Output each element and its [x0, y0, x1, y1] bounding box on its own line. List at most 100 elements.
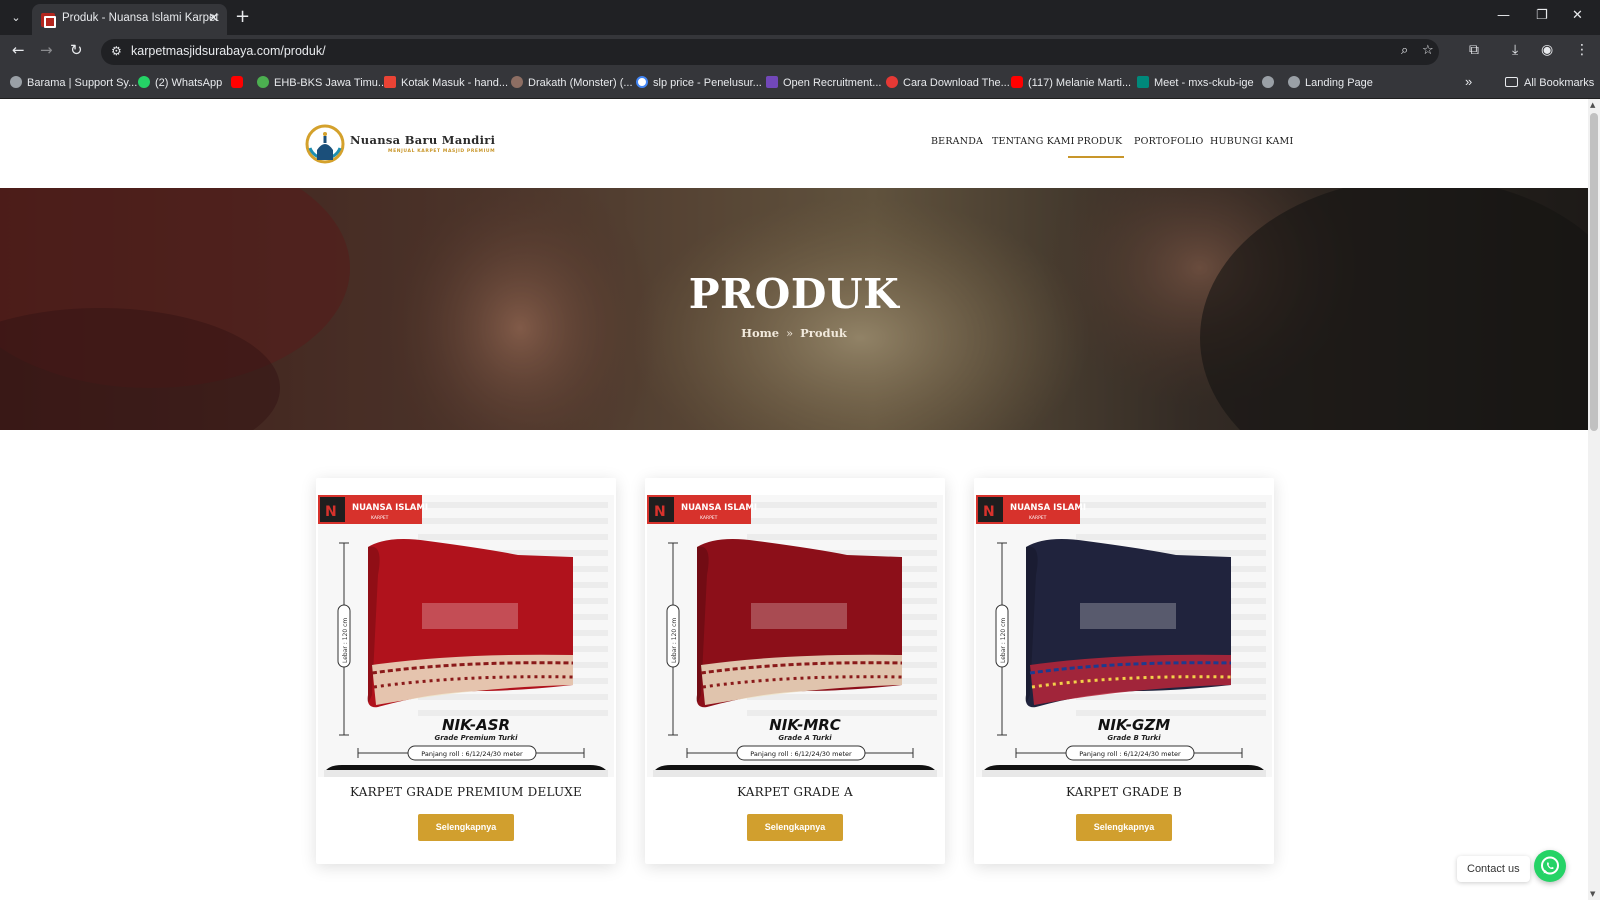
brand-sub: KARPET	[371, 515, 389, 521]
product-card[interactable]: N NUANSA ISLAMI KARPET Lebar : 120 cm NI…	[316, 478, 616, 864]
close-tab-icon[interactable]: ✕	[208, 11, 219, 26]
zoom-icon[interactable]: ⌕	[1401, 43, 1408, 58]
page-scrollbar[interactable]: ▲ ▼	[1588, 99, 1600, 900]
bookmark-item[interactable]	[231, 75, 248, 92]
bookmark-item[interactable]: (2) WhatsApp	[138, 75, 222, 92]
active-nav-indicator	[1068, 156, 1124, 158]
product-card[interactable]: N NUANSA ISLAMI KARPET Lebar : 120 cm NI…	[974, 478, 1274, 864]
breadcrumb-current: Produk	[800, 326, 847, 340]
product-code: NIK-MRC	[769, 716, 841, 734]
nav-portofolio[interactable]: PORTOFOLIO	[1134, 136, 1204, 147]
bookmark-item[interactable]: Cara Download The...	[886, 75, 1010, 92]
download-icon[interactable]: ⤓	[1512, 42, 1518, 58]
brand-label: NUANSA ISLAMI	[681, 503, 757, 513]
bookmark-item[interactable]: slp price - Penelusur...	[636, 75, 762, 92]
reload-icon[interactable]: ↻	[70, 41, 83, 59]
bookmark-item[interactable]: Barama | Support Sy...	[10, 75, 137, 92]
whatsapp-button[interactable]	[1534, 850, 1566, 882]
site-favicon-icon	[41, 13, 56, 28]
bookmarks-overflow-icon[interactable]: »	[1465, 73, 1472, 90]
nav-produk[interactable]: PRODUK	[1077, 136, 1122, 147]
site-icon	[886, 76, 898, 88]
product-code: NIK-ASR	[442, 716, 510, 734]
width-label: Lebar : 120 cm	[671, 618, 678, 663]
meet-icon	[1137, 76, 1149, 88]
bookmark-item[interactable]	[1262, 75, 1279, 92]
folder-icon	[1505, 77, 1518, 87]
nav-tentang-kami[interactable]: TENTANG KAMI	[992, 136, 1075, 147]
extensions-icon[interactable]: ⧉	[1469, 42, 1479, 58]
browser-toolbar: ← → ↻ ⚙ karpetmasjidsurabaya.com/produk/…	[0, 35, 1600, 68]
bookmark-item[interactable]: EHB-BKS Jawa Timu...	[257, 75, 387, 92]
minimize-icon[interactable]: —	[1497, 8, 1510, 23]
bookmark-item[interactable]: Drakath (Monster) (...	[511, 75, 633, 92]
product-image[interactable]: N NUANSA ISLAMI KARPET Lebar : 120 cm NI…	[647, 495, 943, 777]
width-label: Lebar : 120 cm	[1000, 618, 1007, 663]
svg-text:N: N	[325, 504, 337, 520]
brand-label: NUANSA ISLAMI	[352, 503, 428, 513]
tab-title: Produk - Nuansa Islami Karpet	[62, 12, 219, 24]
svg-text:N: N	[983, 504, 995, 520]
mosque-logo-icon	[305, 124, 345, 164]
product-grade: Grade A Turki	[778, 734, 832, 742]
globe-icon	[10, 76, 22, 88]
breadcrumb-separator: »	[786, 326, 794, 340]
bookmarks-bar: Barama | Support Sy... (2) WhatsApp EHB-…	[0, 68, 1600, 99]
close-window-icon[interactable]: ✕	[1572, 8, 1583, 23]
length-label: Panjang roll : 6/12/24/30 meter	[421, 750, 523, 758]
product-grade: Grade B Turki	[1107, 734, 1161, 742]
selengkapnya-button[interactable]: Selengkapnya	[418, 814, 514, 841]
gmail-icon	[384, 76, 396, 88]
product-name[interactable]: KARPET GRADE PREMIUM DELUXE	[316, 785, 616, 799]
restore-icon[interactable]: ❐	[1536, 8, 1548, 23]
scroll-down-icon[interactable]: ▼	[1590, 890, 1595, 898]
browser-tab[interactable]: Produk - Nuansa Islami Karpet ✕	[32, 4, 227, 35]
bookmark-item[interactable]: Meet - mxs-ckub-ige	[1137, 75, 1254, 92]
whatsapp-icon	[1541, 856, 1559, 875]
product-image[interactable]: N NUANSA ISLAMI KARPET Lebar : 120 cm NI…	[318, 495, 614, 777]
bookmark-item[interactable]: (117) Melanie Marti...	[1011, 75, 1131, 92]
product-name[interactable]: KARPET GRADE B	[974, 785, 1274, 799]
address-bar[interactable]: ⚙ karpetmasjidsurabaya.com/produk/ ⌕ ☆	[101, 39, 1439, 65]
width-label: Lebar : 120 cm	[342, 618, 349, 663]
scrollbar-thumb[interactable]	[1590, 113, 1598, 431]
contact-us-label[interactable]: Contact us	[1457, 856, 1530, 882]
product-name[interactable]: KARPET GRADE A	[645, 785, 945, 799]
web-page: Nuansa Baru Mandiri MENJUAL KARPET MASJI…	[0, 99, 1588, 900]
page-title: PRODUK	[688, 270, 900, 318]
scroll-up-icon[interactable]: ▲	[1590, 101, 1595, 109]
bookmark-item[interactable]: Open Recruitment...	[766, 75, 881, 92]
tab-search-icon[interactable]: ⌄	[6, 8, 26, 28]
site-info-icon[interactable]: ⚙	[111, 44, 122, 58]
logo-name: Nuansa Baru Mandiri	[350, 133, 496, 147]
bookmark-item[interactable]: Kotak Masuk - hand...	[384, 75, 508, 92]
back-icon[interactable]: ←	[12, 41, 25, 59]
logo-tagline: MENJUAL KARPET MASJID PREMIUM	[388, 149, 496, 154]
new-tab-icon[interactable]: +	[235, 6, 250, 27]
site-icon	[257, 76, 269, 88]
menu-kebab-icon[interactable]: ⋮	[1575, 42, 1589, 58]
nav-beranda[interactable]: BERANDA	[931, 136, 983, 147]
selengkapnya-button[interactable]: Selengkapnya	[747, 814, 843, 841]
profile-avatar-icon[interactable]: ◉	[1541, 42, 1553, 58]
product-grid: N NUANSA ISLAMI KARPET Lebar : 120 cm NI…	[0, 430, 1588, 900]
url-text[interactable]: karpetmasjidsurabaya.com/produk/	[131, 44, 326, 58]
forward-icon[interactable]: →	[40, 41, 53, 59]
product-code: NIK-GZM	[1098, 716, 1170, 734]
product-card[interactable]: N NUANSA ISLAMI KARPET Lebar : 120 cm NI…	[645, 478, 945, 864]
browser-tab-bar: ⌄ Produk - Nuansa Islami Karpet ✕ + — ❐ …	[0, 0, 1600, 35]
site-logo[interactable]: Nuansa Baru Mandiri MENJUAL KARPET MASJI…	[304, 122, 496, 166]
youtube-icon	[1011, 76, 1023, 88]
selengkapnya-button[interactable]: Selengkapnya	[1076, 814, 1172, 841]
brand-sub: KARPET	[700, 515, 718, 521]
product-image[interactable]: N NUANSA ISLAMI KARPET Lebar : 120 cm NI…	[976, 495, 1272, 777]
nav-hubungi-kami[interactable]: HUBUNGI KAMI	[1210, 136, 1293, 147]
bookmark-item[interactable]: Landing Page	[1288, 75, 1373, 92]
forms-icon	[766, 76, 778, 88]
whatsapp-icon	[138, 76, 150, 88]
bookmark-star-icon[interactable]: ☆	[1422, 43, 1434, 58]
globe-icon	[1288, 76, 1300, 88]
breadcrumb-home[interactable]: Home	[741, 326, 779, 340]
hero-banner: PRODUK Home » Produk	[0, 188, 1588, 430]
all-bookmarks[interactable]: All Bookmarks	[1505, 75, 1594, 92]
